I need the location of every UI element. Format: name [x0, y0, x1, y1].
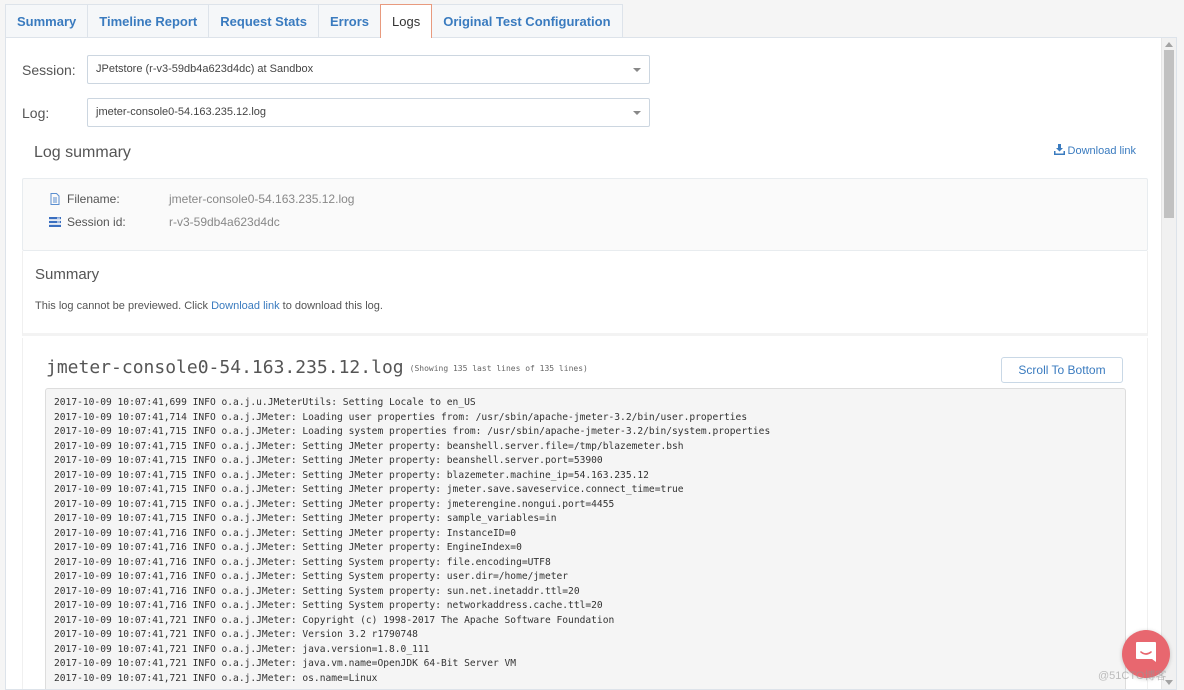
- log-summary-title: Log summary: [34, 144, 131, 161]
- log-info-box: Filename: jmeter-console0-54.163.235.12.…: [22, 178, 1148, 251]
- tab-summary[interactable]: Summary: [5, 4, 89, 38]
- log-select[interactable]: jmeter-console0-54.163.235.12.log: [87, 98, 650, 127]
- summary-title: Summary: [35, 266, 100, 283]
- logs-panel: Session: JPetstore (r-v3-59db4a623d4dc) …: [5, 37, 1177, 690]
- log-line: 2017-10-09 10:07:41,715 INFO o.a.j.JMete…: [54, 440, 684, 452]
- log-label: Log:: [22, 104, 50, 121]
- session-row: Session: JPetstore (r-v3-59db4a623d4dc) …: [22, 55, 650, 84]
- summary-text-after: to download this log.: [279, 300, 383, 312]
- summary-text: This log cannot be previewed. Click Down…: [35, 300, 383, 312]
- log-line: 2017-10-09 10:07:41,715 INFO o.a.j.JMete…: [54, 426, 771, 437]
- log-line: 2017-10-09 10:07:41,716 INFO o.a.j.JMete…: [54, 542, 522, 553]
- watermark: @51CTO博客: [1098, 670, 1167, 682]
- summary-text-before: This log cannot be previewed. Click: [35, 300, 212, 312]
- log-line: 2017-10-09 10:07:41,715 INFO o.a.j.JMete…: [54, 484, 684, 495]
- log-content[interactable]: 2017-10-09 10:07:41,699 INFO o.a.j.u.JMe…: [45, 388, 1126, 689]
- summary-download-link[interactable]: Download link: [211, 300, 279, 312]
- log-line: 2017-10-09 10:07:41,721 INFO o.a.j.JMete…: [54, 629, 418, 640]
- session-id-label: Session id:: [67, 215, 126, 229]
- log-row: Log: jmeter-console0-54.163.235.12.log: [22, 98, 650, 127]
- filename-label: Filename:: [67, 192, 120, 206]
- log-viewer-title: jmeter-console0-54.163.235.12.log (Showin…: [46, 357, 588, 378]
- tab-timeline-report[interactable]: Timeline Report: [87, 4, 210, 38]
- log-viewer-line-count: (Showing 135 last lines of 135 lines): [409, 363, 588, 373]
- session-label: Session:: [22, 61, 76, 78]
- chevron-down-icon: [633, 68, 641, 72]
- log-line: 2017-10-09 10:07:41,714 INFO o.a.j.JMete…: [54, 411, 748, 423]
- chat-icon: [1134, 640, 1158, 669]
- tab-original-test-configuration[interactable]: Original Test Configuration: [431, 4, 623, 38]
- log-line: 2017-10-09 10:07:41,716 INFO o.a.j.JMete…: [54, 527, 517, 539]
- tab-logs[interactable]: Logs: [380, 4, 433, 38]
- log-select-value: jmeter-console0-54.163.235.12.log: [96, 106, 267, 118]
- log-viewer: jmeter-console0-54.163.235.12.log (Showin…: [22, 338, 1148, 689]
- scroll-up-arrow-icon[interactable]: [1165, 42, 1173, 47]
- session-select-value: JPetstore (r-v3-59db4a623d4dc) at Sandbo…: [96, 63, 314, 75]
- session-select[interactable]: JPetstore (r-v3-59db4a623d4dc) at Sandbo…: [87, 55, 650, 84]
- log-line: 2017-10-09 10:07:41,721 INFO o.a.j.JMete…: [54, 643, 430, 655]
- file-icon: [49, 193, 61, 205]
- log-line: 2017-10-09 10:07:41,716 INFO o.a.j.JMete…: [54, 600, 603, 611]
- scroll-to-bottom-button[interactable]: Scroll To Bottom: [1001, 357, 1123, 383]
- list-icon: [49, 216, 61, 228]
- log-line: 2017-10-09 10:07:41,699 INFO o.a.j.u.JMe…: [54, 397, 476, 408]
- log-line: 2017-10-09 10:07:41,716 INFO o.a.j.JMete…: [54, 585, 580, 597]
- tab-errors[interactable]: Errors: [317, 4, 381, 38]
- filename-row: Filename: jmeter-console0-54.163.235.12.…: [49, 192, 354, 206]
- download-link-label: Download link: [1067, 145, 1136, 157]
- page-scrollbar[interactable]: [1161, 38, 1176, 689]
- log-line: 2017-10-09 10:07:41,716 INFO o.a.j.JMete…: [54, 571, 569, 582]
- download-link[interactable]: Download link: [1053, 144, 1136, 158]
- log-line: 2017-10-09 10:07:41,721 INFO o.a.j.JMete…: [54, 614, 615, 626]
- log-line: 2017-10-09 10:07:41,716 INFO o.a.j.JMete…: [54, 556, 551, 568]
- session-id-row: Session id: r-v3-59db4a623d4dc: [49, 215, 280, 229]
- log-line: 2017-10-09 10:07:41,715 INFO o.a.j.JMete…: [54, 513, 557, 524]
- log-line: 2017-10-09 10:07:41,715 INFO o.a.j.JMete…: [54, 498, 615, 510]
- session-id-value: r-v3-59db4a623d4dc: [169, 215, 280, 229]
- tab-request-stats[interactable]: Request Stats: [208, 4, 319, 38]
- log-line: 2017-10-09 10:07:41,715 INFO o.a.j.JMete…: [54, 469, 649, 481]
- report-tabs: Summary Timeline Report Request Stats Er…: [5, 4, 623, 38]
- log-line: 2017-10-09 10:07:41,721 INFO o.a.j.JMete…: [54, 658, 517, 669]
- scrollbar-thumb[interactable]: [1164, 50, 1174, 218]
- log-line: 2017-10-09 10:07:41,715 INFO o.a.j.JMete…: [54, 455, 603, 466]
- download-icon: [1053, 144, 1065, 158]
- chevron-down-icon: [633, 111, 641, 115]
- log-viewer-filename: jmeter-console0-54.163.235.12.log: [46, 357, 404, 378]
- filename-value: jmeter-console0-54.163.235.12.log: [169, 192, 355, 206]
- summary-section: Summary This log cannot be previewed. Cl…: [22, 251, 1148, 336]
- log-line: 2017-10-09 10:07:41,721 INFO o.a.j.JMete…: [54, 672, 378, 684]
